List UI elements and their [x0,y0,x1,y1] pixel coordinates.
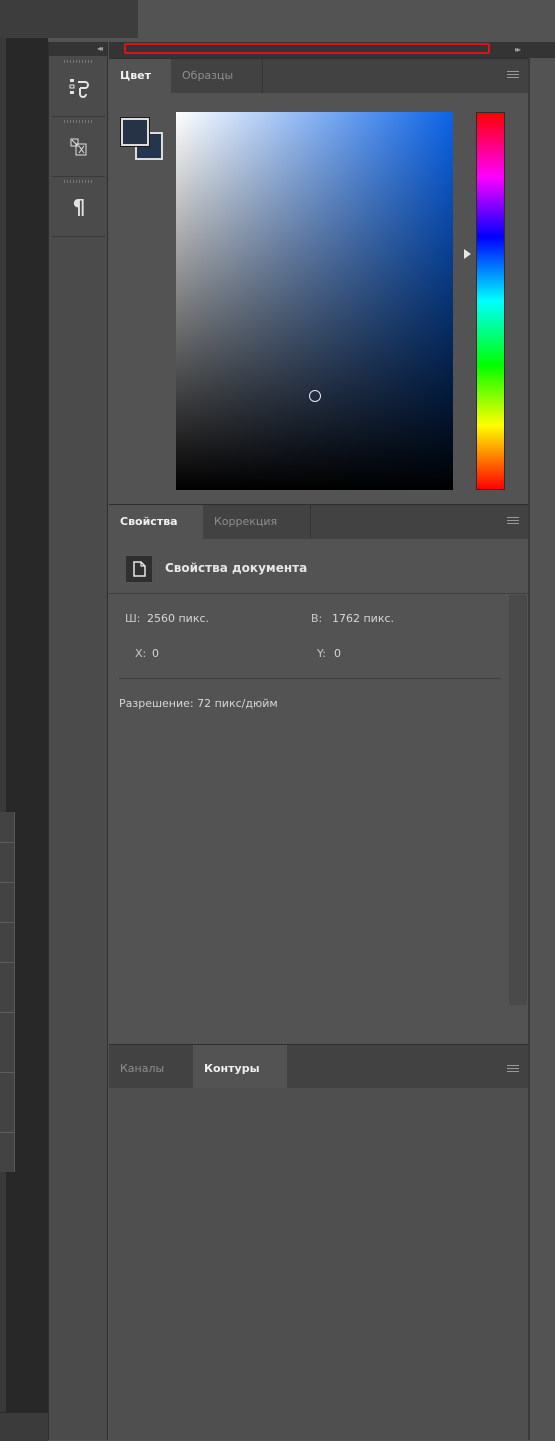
tab-paths[interactable]: Контуры [193,1045,287,1089]
document-title-area [0,0,138,38]
expand-icon[interactable]: ▸▸ [515,42,521,58]
grip-handle[interactable] [64,120,92,123]
tab-properties[interactable]: Свойства [109,505,203,539]
document-canvas-area [0,0,48,1440]
tab-swatches[interactable]: Образцы [171,59,263,93]
panel-menu-icon[interactable] [507,517,519,526]
history-icon [68,76,90,98]
properties-panel-tabbar: Свойства Коррекция [109,504,529,539]
height-label: В: [311,612,323,625]
height-value[interactable]: 1762 пикс. [332,612,394,625]
paragraph-icon: ¶ [72,195,86,219]
document-edge [0,38,6,1440]
character-button[interactable] [51,118,105,177]
document-properties-header: Свойства документа [109,547,529,594]
grip-handle[interactable] [64,180,92,183]
color-panel-tabbar: Цвет Образцы [109,58,529,93]
tab-color[interactable]: Цвет [109,59,171,93]
highlighted-drag-bar[interactable] [124,43,490,54]
properties-scrollbar[interactable] [509,595,527,1005]
y-label: Y: [317,647,326,660]
y-value[interactable]: 0 [334,647,341,660]
width-label: Ш: [125,612,141,625]
panel-menu-icon[interactable] [507,1065,519,1074]
x-label: X: [135,647,147,660]
paragraph-button[interactable]: ¶ [51,178,105,237]
document-icon [125,555,153,583]
panel-stack: ▸▸ Цвет Образцы Свойства Коррекция Свойс… [109,42,555,1440]
grip-handle[interactable] [64,60,92,63]
paths-panel-body [109,1088,529,1440]
dock-header: ◂◂ [49,42,107,56]
document-properties-title: Свойства документа [165,561,308,575]
foreground-background-swatches[interactable] [120,117,167,162]
hue-slider-track[interactable] [476,112,505,490]
panel-menu-icon[interactable] [507,71,519,80]
icon-dock: ◂◂ ¶ [48,42,108,1440]
x-value[interactable]: 0 [152,647,159,660]
collapsed-panel-stub[interactable] [0,812,15,1172]
width-value[interactable]: 2560 пикс. [147,612,209,625]
history-button[interactable] [51,58,105,117]
color-picker-marker[interactable] [309,390,321,402]
hue-slider-handle[interactable] [464,249,471,259]
status-bar [0,1412,48,1441]
foreground-color-swatch[interactable] [120,117,150,147]
panel-right-edge [528,58,530,1440]
tab-adjustments[interactable]: Коррекция [203,505,311,539]
saturation-brightness-field[interactable] [176,112,453,490]
tab-channels[interactable]: Каналы [109,1045,193,1089]
paths-panel-tabbar: Каналы Контуры [109,1044,529,1089]
character-icon [68,136,90,158]
collapse-icon[interactable]: ◂◂ [97,42,103,56]
panel-stack-header[interactable]: ▸▸ [109,42,555,58]
divider [119,678,501,679]
resolution-text: Разрешение: 72 пикс/дюйм [119,697,278,710]
